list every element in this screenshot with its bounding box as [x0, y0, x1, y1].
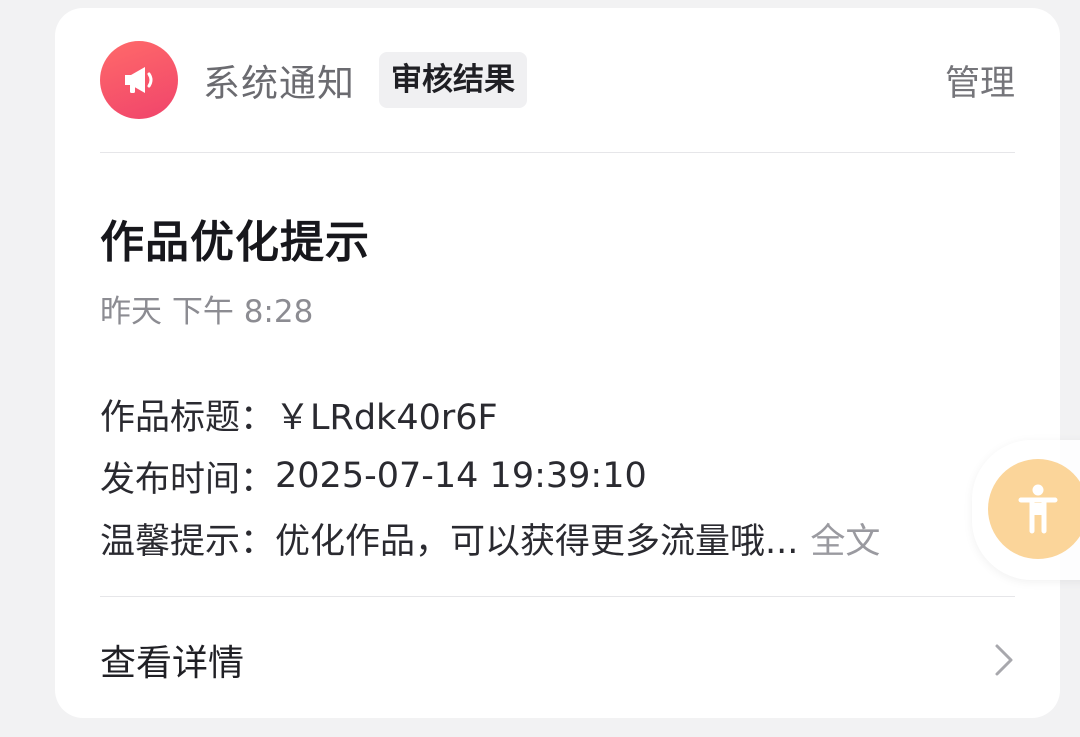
megaphone-icon — [125, 67, 153, 93]
accessibility-person-icon — [1018, 484, 1058, 534]
info-row-tip: 温馨提示： 优化作品，可以获得更多流量哦... 全文 — [100, 507, 950, 569]
field-label: 作品标题： — [100, 397, 276, 438]
floating-accessibility-dock — [972, 440, 1080, 580]
full-text-link[interactable]: 全文 — [810, 513, 880, 564]
notice-body: 作品标题： ￥LRdk40r6F 发布时间： 2025-07-14 19:39:… — [100, 383, 950, 569]
header-divider — [100, 152, 1015, 153]
notice-time: 昨天 下午 8:28 — [100, 294, 314, 330]
view-details-row[interactable]: 查看详情 — [100, 608, 1015, 712]
accessibility-button[interactable] — [988, 459, 1080, 559]
sender-name: 系统通知 — [203, 62, 355, 105]
field-value: ￥LRdk40r6F — [275, 397, 498, 438]
category-tag: 审核结果 — [379, 52, 527, 108]
info-row-publish-time: 发布时间： 2025-07-14 19:39:10 — [100, 445, 950, 507]
field-label: 温馨提示： — [100, 521, 276, 562]
field-value: 2025-07-14 19:39:10 — [275, 456, 647, 496]
system-avatar[interactable] — [100, 41, 178, 119]
field-value: 优化作品，可以获得更多流量哦... — [275, 521, 799, 562]
chevron-right-icon — [993, 642, 1015, 678]
field-label: 发布时间： — [100, 459, 276, 500]
notification-header: 系统通知 审核结果 管理 — [100, 41, 1015, 119]
manage-button[interactable]: 管理 — [945, 55, 1015, 106]
notice-title: 作品优化提示 — [100, 217, 370, 268]
notification-card: 系统通知 审核结果 管理 作品优化提示 昨天 下午 8:28 作品标题： ￥LR… — [55, 8, 1060, 718]
info-row-title: 作品标题： ￥LRdk40r6F — [100, 383, 950, 445]
footer-divider — [100, 596, 1015, 597]
view-details-label: 查看详情 — [100, 643, 245, 684]
